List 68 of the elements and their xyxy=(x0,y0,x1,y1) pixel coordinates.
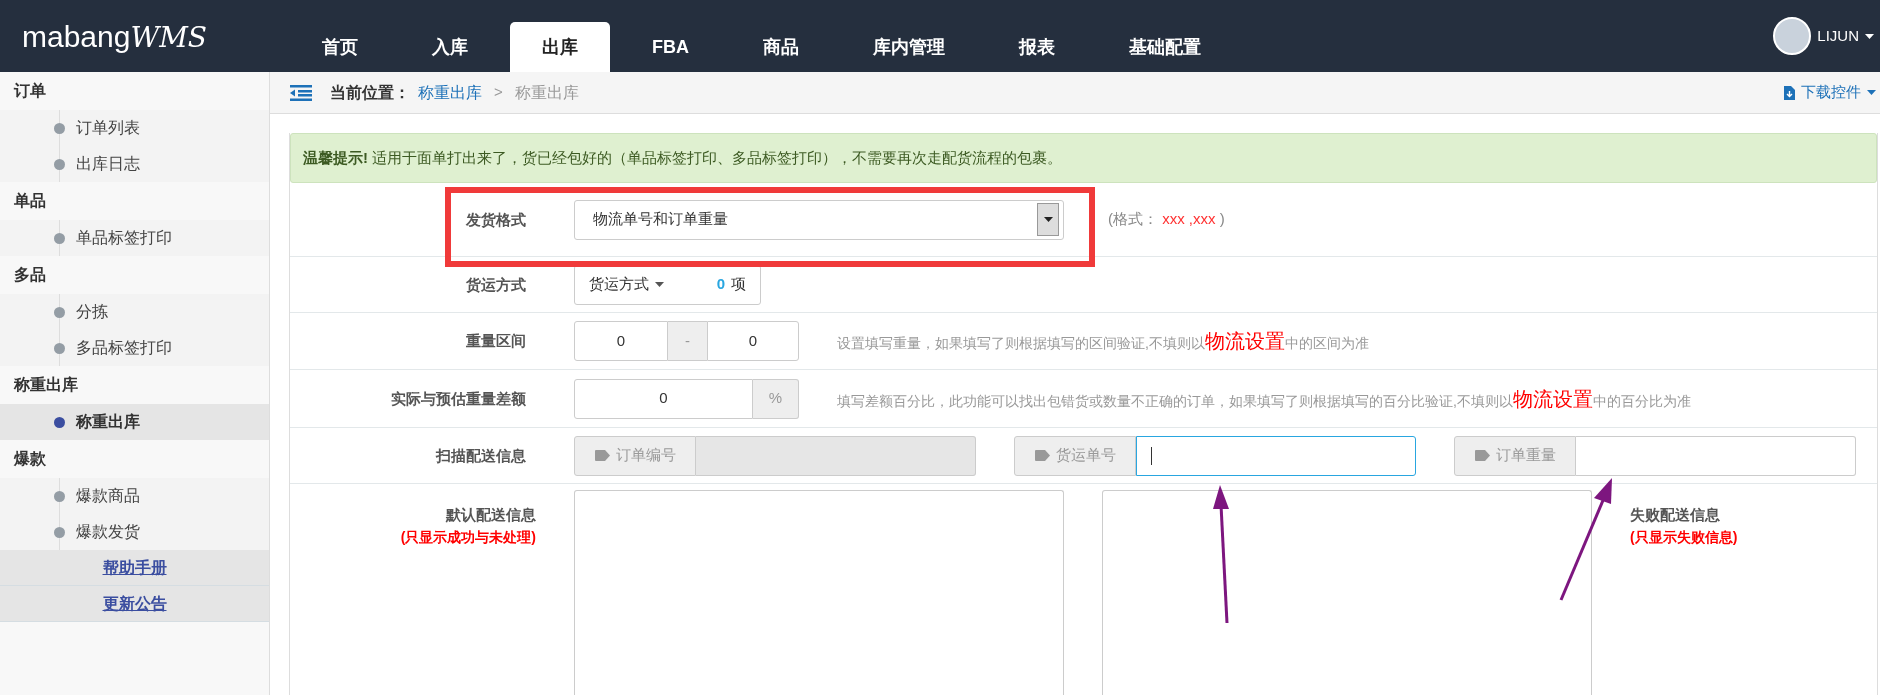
scan-input[interactable] xyxy=(1576,435,1856,476)
avatar xyxy=(1773,17,1812,55)
range-separator: - xyxy=(668,321,707,361)
field-label: 扫描配送信息 xyxy=(436,446,526,464)
nav-tab[interactable]: 报表 xyxy=(987,22,1087,72)
min-weight-input[interactable]: 0 xyxy=(574,321,668,361)
sidebar-item[interactable]: 出库日志 xyxy=(0,146,269,182)
field-note: (只显示失败信息) xyxy=(1630,527,1738,547)
field-addon: 订单重量 xyxy=(1454,435,1576,476)
field-label: 失败配送信息 xyxy=(1630,505,1721,525)
tip-alert: 温馨提示! 适用于面单打出来了，货已经包好的（单品标签打印、多品标签打印），不需要再次走配货流程的包裹。 xyxy=(290,133,1877,183)
percent-addon: % xyxy=(753,378,799,419)
format-select[interactable]: 物流单号和订单重量 xyxy=(574,199,1064,240)
caret-icon xyxy=(1043,217,1053,222)
field-label: 发货格式 xyxy=(466,210,526,228)
tag-icon xyxy=(1474,450,1490,461)
sidebar-item[interactable]: 单品标签打印 xyxy=(0,220,269,256)
nav-tab[interactable]: 首页 xyxy=(290,22,390,72)
scan-input[interactable] xyxy=(1136,435,1416,476)
sidebar-section-title: 单品 xyxy=(14,191,46,211)
field-label: 货运方式 xyxy=(466,275,526,293)
file-download-icon xyxy=(1784,85,1795,100)
weight-difference-input[interactable]: 0 xyxy=(574,378,753,419)
nav-tab[interactable]: 出库 xyxy=(510,22,610,72)
menu-collapse-icon[interactable] xyxy=(290,84,312,101)
nav-tab[interactable]: 基础配置 xyxy=(1097,22,1233,72)
sidebar-link[interactable]: 帮助手册 xyxy=(102,555,167,580)
logo: mabangWMS xyxy=(22,18,208,56)
download-link[interactable]: 下载控件 xyxy=(1784,81,1876,104)
sidebar-section-title: 订单 xyxy=(14,81,46,101)
sidebar-section-title: 爆款 xyxy=(14,449,46,469)
breadcrumb-current: 称重出库 xyxy=(514,82,579,103)
hint-text: 设置填写重量，如果填写了则根据填写的区间验证,不填则以物流设置中的区间为准 xyxy=(837,329,1369,354)
text-cursor xyxy=(1151,446,1152,465)
selected-count: 0 xyxy=(716,274,725,295)
sidebar-section-title: 多品 xyxy=(14,265,46,285)
field-addon: 订单编号 xyxy=(574,435,696,476)
tag-icon xyxy=(594,450,610,461)
sidebar-item[interactable]: 分拣 xyxy=(0,294,269,330)
dropdown-toggle[interactable] xyxy=(1037,203,1059,236)
sidebar-section-title: 称重出库 xyxy=(14,375,78,395)
sidebar-link[interactable]: 更新公告 xyxy=(102,591,167,616)
nav-tab[interactable]: 商品 xyxy=(731,22,831,72)
sidebar-item[interactable]: 爆款商品 xyxy=(0,478,269,514)
format-hint: (格式： xxx ,xxx ) xyxy=(1108,209,1225,230)
tag-icon xyxy=(1034,450,1050,461)
field-label: 实际与预估重量差额 xyxy=(391,389,526,407)
breadcrumb-link[interactable]: 称重出库 xyxy=(418,80,482,105)
breadcrumb-separator: > xyxy=(494,82,503,103)
sidebar-item[interactable]: 订单列表 xyxy=(0,110,269,146)
caret-icon xyxy=(655,282,664,287)
sidebar-item[interactable]: 爆款发货 xyxy=(0,514,269,550)
nav-tab[interactable]: 入库 xyxy=(400,22,500,72)
field-note: (只显示成功与未处理) xyxy=(400,527,536,547)
field-label: 重量区间 xyxy=(466,332,526,349)
nav-tab[interactable]: FBA xyxy=(620,22,721,72)
field-label: 默认配送信息 xyxy=(446,505,536,525)
sidebar-item[interactable]: 多品标签打印 xyxy=(0,330,269,366)
hint-text: 填写差额百分比，此功能可以找出包错货或数量不正确的订单，如果填写了则根据填写的百分比验证,不填则以物流设置中的百分比为准 xyxy=(837,386,1691,412)
user-name[interactable]: LIJUN xyxy=(1817,24,1859,48)
breadcrumb-label: 当前位置： xyxy=(330,82,410,103)
max-weight-input[interactable]: 0 xyxy=(707,321,799,361)
default-info-textarea[interactable] xyxy=(574,490,1064,695)
caret-icon xyxy=(1867,90,1876,95)
field-addon: 货运单号 xyxy=(1014,435,1136,476)
sidebar-item[interactable]: 称重出库 xyxy=(0,404,269,440)
caret-icon xyxy=(1865,33,1874,39)
nav-tab[interactable]: 库内管理 xyxy=(841,22,977,72)
